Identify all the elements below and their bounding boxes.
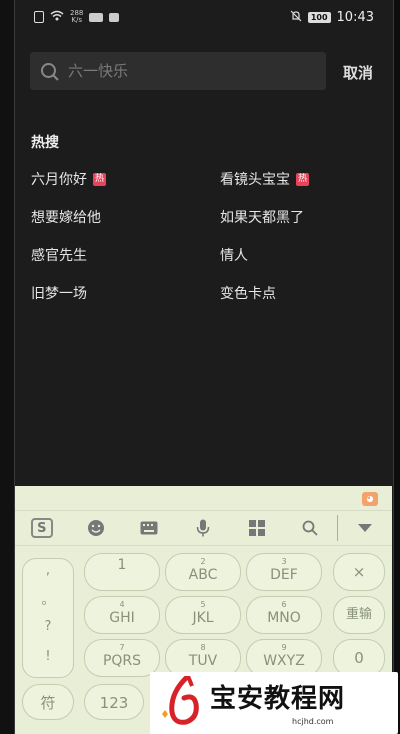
- key-abc[interactable]: 2 ABC: [165, 553, 241, 591]
- battery-icon: 100: [307, 12, 331, 23]
- hot-search-item[interactable]: 看镜头宝宝 热: [220, 169, 310, 189]
- search-bar[interactable]: [30, 52, 326, 90]
- hot-search-item[interactable]: 情人: [220, 245, 248, 265]
- keyboard-top-strip: ◕: [15, 486, 392, 510]
- symbol-key[interactable]: 符: [22, 684, 74, 720]
- toolbox-button[interactable]: [230, 520, 284, 536]
- hot-search-item[interactable]: 变色卡点: [220, 283, 276, 303]
- key-pqrs[interactable]: 7 PQRS: [84, 639, 160, 677]
- watermark-text: 宝安教程网: [210, 684, 346, 714]
- hot-tag: 热: [296, 172, 310, 186]
- watermark: 宝安教程网 hcjhd.com: [150, 672, 398, 734]
- cancel-button[interactable]: 取消: [343, 62, 373, 83]
- search-icon: [41, 63, 59, 81]
- punct-exclaim[interactable]: !: [23, 649, 73, 664]
- hot-search-item[interactable]: 感官先生: [31, 245, 87, 265]
- delete-key[interactable]: ×: [333, 553, 385, 591]
- watermark-logo-icon: [162, 676, 199, 725]
- key-ghi[interactable]: 4 GHI: [84, 596, 160, 634]
- keyboard-search-button[interactable]: [284, 520, 338, 536]
- key-jkl[interactable]: 5 JKL: [165, 596, 241, 634]
- punct-period[interactable]: 。: [23, 589, 73, 608]
- wifi-icon: [50, 10, 64, 24]
- notification-icon: [89, 12, 104, 22]
- watermark-url: hcjhd.com: [292, 717, 334, 726]
- hot-search-title: 热搜: [31, 135, 59, 151]
- punctuation-column[interactable]: , 。 ? !: [22, 558, 74, 678]
- punct-comma[interactable]: ,: [23, 563, 73, 578]
- key-1[interactable]: 1: [84, 553, 160, 591]
- phone-frame-left: [0, 0, 14, 734]
- key-mno[interactable]: 6 MNO: [246, 596, 322, 634]
- keyboard-toolbar: S: [15, 510, 392, 546]
- reset-key[interactable]: 重输: [333, 596, 385, 634]
- mute-icon: [290, 10, 302, 25]
- number-key[interactable]: 123: [84, 684, 144, 720]
- hot-search-item[interactable]: 六月你好 热: [31, 169, 107, 189]
- notification-icon-2: [109, 12, 120, 22]
- sim-icon: [34, 11, 44, 23]
- sogou-logo-button[interactable]: S: [15, 518, 69, 538]
- emoji-badge-icon[interactable]: ◕: [362, 492, 378, 506]
- keyboard-switch-button[interactable]: [122, 521, 176, 535]
- emoji-icon: [87, 520, 104, 536]
- keyboard-icon: [140, 521, 158, 535]
- hot-search-item[interactable]: 想要嫁给他: [31, 207, 101, 227]
- hot-tag: 热: [93, 172, 107, 186]
- sogou-logo-icon: S: [30, 518, 53, 538]
- collapse-keyboard-button[interactable]: [338, 524, 392, 532]
- hot-search-item[interactable]: 如果天都黑了: [220, 207, 304, 227]
- clock: 10:43: [336, 10, 374, 25]
- voice-button[interactable]: [176, 519, 230, 537]
- status-bar: 288 K/s 100 10:43: [14, 6, 384, 32]
- key-def[interactable]: 3 DEF: [246, 553, 322, 591]
- microphone-icon: [196, 519, 210, 537]
- punct-question[interactable]: ?: [23, 619, 73, 634]
- emoji-button[interactable]: [69, 519, 123, 537]
- search-icon: [303, 520, 319, 536]
- grid-icon: [248, 520, 265, 536]
- chevron-down-icon: [358, 524, 373, 532]
- search-input[interactable]: [68, 52, 318, 90]
- network-speed: 288 K/s: [70, 9, 84, 24]
- hot-search-item[interactable]: 旧梦一场: [31, 283, 87, 303]
